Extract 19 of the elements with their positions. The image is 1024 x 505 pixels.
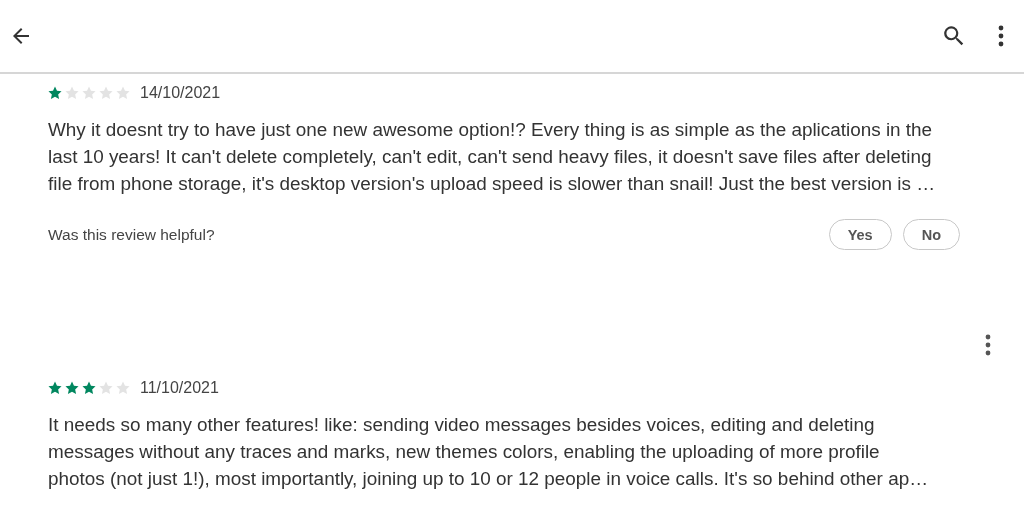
star-icon bbox=[99, 86, 113, 100]
star-icon bbox=[82, 86, 96, 100]
star-icon bbox=[65, 86, 79, 100]
review-text: It needs so many other features! like: sending video messages besides voices, editing and deleting messages without any traces and marks, new themes colors, enabling the uploading of more profile photos (not just 1!), most importantly, joining up to 10 or 12 people in voice calls. It's so behind other ap… bbox=[48, 413, 930, 491]
star-icon bbox=[82, 381, 96, 395]
star-icon bbox=[65, 381, 79, 395]
star-icon bbox=[48, 86, 62, 100]
review-text: Why it doesnt try to have just one new awesome option!? Every thing is as simple as the aplications in the last 10 years! It can't delete completely, can't edit, can't send heavy files, it doesn't save files after deleting file from phone storage, it's desktop version's upload speed is slower than snail! Just the best version is … bbox=[48, 118, 937, 196]
vote-button[interactable]: Yes bbox=[828, 219, 892, 250]
vote-button[interactable]: No bbox=[902, 219, 960, 250]
star-icon bbox=[99, 381, 113, 395]
star-icon bbox=[48, 381, 62, 395]
more-options-icon[interactable] bbox=[998, 25, 1004, 47]
review-date: 14/10/2021 bbox=[140, 84, 221, 102]
star-icon bbox=[116, 86, 130, 100]
review-date: 11/10/2021 bbox=[140, 379, 219, 397]
more-options-icon[interactable] bbox=[985, 334, 991, 356]
helpful-question: Was this review helpful? bbox=[48, 225, 215, 244]
star-icon bbox=[116, 381, 130, 395]
